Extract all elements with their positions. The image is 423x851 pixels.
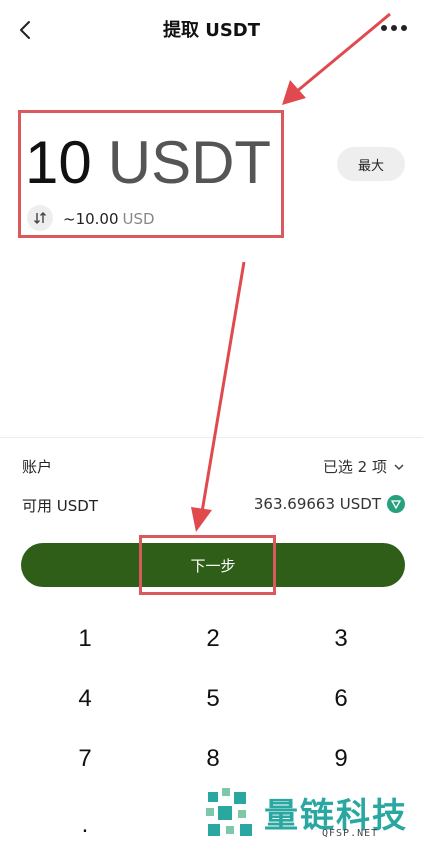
key-2[interactable]: 2 bbox=[153, 612, 273, 664]
key-7[interactable]: 7 bbox=[25, 732, 145, 784]
divider bbox=[0, 437, 423, 438]
chevron-down-icon bbox=[394, 463, 404, 470]
available-balance-row: 可用 USDT 363.69663 USDT bbox=[22, 495, 405, 519]
key-5[interactable]: 5 bbox=[153, 672, 273, 724]
key-8[interactable]: 8 bbox=[153, 732, 273, 784]
key-1[interactable]: 1 bbox=[25, 612, 145, 664]
key-decimal[interactable]: . bbox=[25, 798, 145, 850]
fiat-equivalent: ~10.00 USD bbox=[63, 210, 155, 228]
available-label: 可用 USDT bbox=[22, 497, 98, 515]
amount-highlight-box: 10 USDT ~10.00 USD bbox=[18, 110, 284, 238]
more-horizontal-icon[interactable] bbox=[379, 18, 409, 38]
key-6[interactable]: 6 bbox=[281, 672, 401, 724]
watermark-logo bbox=[206, 788, 252, 836]
account-label: 账户 bbox=[22, 458, 53, 476]
available-value: 363.69663 USDT bbox=[254, 495, 405, 513]
page-title: 提取 USDT bbox=[162, 20, 261, 41]
amount-display[interactable]: 10 USDT bbox=[25, 127, 271, 199]
key-9[interactable]: 9 bbox=[281, 732, 401, 784]
next-step-button[interactable]: 下一步 bbox=[21, 543, 405, 587]
max-button[interactable]: 最大 bbox=[337, 147, 405, 181]
key-3[interactable]: 3 bbox=[281, 612, 401, 664]
fiat-value: ~10.00 bbox=[63, 210, 119, 228]
fiat-unit: USD bbox=[122, 210, 155, 228]
amount-value: 10 bbox=[25, 129, 92, 196]
header: 提取 USDT bbox=[0, 0, 423, 60]
account-value[interactable]: 已选 2 项 bbox=[323, 456, 405, 477]
amount-unit: USDT bbox=[107, 129, 272, 196]
tron-token-icon bbox=[387, 495, 405, 513]
watermark: 量链科技 QFSP.NET bbox=[202, 786, 422, 846]
account-row[interactable]: 账户 已选 2 项 bbox=[22, 456, 405, 480]
account-selected-text: 已选 2 项 bbox=[322, 458, 387, 476]
key-4[interactable]: 4 bbox=[25, 672, 145, 724]
swap-vertical-icon[interactable] bbox=[27, 205, 53, 231]
watermark-subtitle: QFSP.NET bbox=[322, 828, 379, 839]
available-amount: 363.69663 USDT bbox=[253, 495, 381, 513]
